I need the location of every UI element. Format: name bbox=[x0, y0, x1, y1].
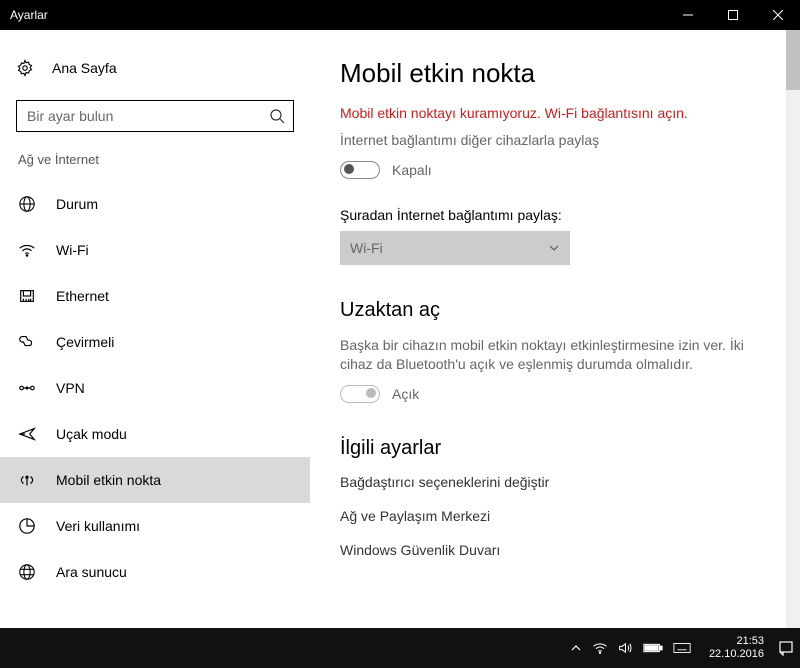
system-tray: 21:53 22.10.2016 bbox=[570, 635, 794, 661]
sidebar-group-label: Ağ ve İnternet bbox=[16, 152, 300, 167]
content-pane: Mobil etkin nokta Mobil etkin noktayı ku… bbox=[310, 30, 800, 628]
taskbar: 21:53 22.10.2016 bbox=[0, 628, 800, 668]
remote-heading: Uzaktan aç bbox=[340, 299, 770, 322]
error-message: Mobil etkin noktayı kuramıyoruz. Wi-Fi b… bbox=[340, 105, 770, 121]
wifi-icon bbox=[18, 241, 36, 259]
share-toggle[interactable]: Kapalı bbox=[340, 161, 770, 179]
sidebar-item-status[interactable]: Durum bbox=[16, 181, 300, 227]
sidebar: Ana Sayfa Ağ ve İnternet Durum Wi-Fi Eth… bbox=[0, 30, 310, 628]
window-title: Ayarlar bbox=[0, 8, 665, 22]
notifications-tray-icon[interactable] bbox=[778, 640, 794, 656]
share-description: İnternet bağlantımı diğer cihazlarla pay… bbox=[340, 131, 770, 151]
vpn-icon bbox=[18, 379, 36, 397]
sidebar-item-ethernet[interactable]: Ethernet bbox=[16, 273, 300, 319]
volume-tray-icon[interactable] bbox=[618, 641, 633, 655]
search-icon bbox=[269, 108, 285, 124]
home-label: Ana Sayfa bbox=[52, 60, 117, 76]
sidebar-item-label: Wi-Fi bbox=[56, 242, 89, 258]
sidebar-item-wifi[interactable]: Wi-Fi bbox=[16, 227, 300, 273]
battery-tray-icon[interactable] bbox=[643, 642, 663, 654]
taskbar-time: 21:53 bbox=[709, 635, 764, 648]
proxy-icon bbox=[18, 563, 36, 581]
sidebar-item-label: Durum bbox=[56, 196, 98, 212]
sidebar-item-label: Ara sunucu bbox=[56, 564, 127, 580]
share-toggle-label: Kapalı bbox=[392, 162, 432, 178]
chevron-up-icon[interactable] bbox=[570, 642, 582, 654]
taskbar-date: 22.10.2016 bbox=[709, 648, 764, 661]
sidebar-item-label: Çevirmeli bbox=[56, 334, 114, 350]
sidebar-item-label: Veri kullanımı bbox=[56, 518, 140, 534]
sidebar-item-label: Uçak modu bbox=[56, 426, 127, 442]
vertical-scrollbar[interactable] bbox=[786, 30, 800, 628]
related-heading: İlgili ayarlar bbox=[340, 437, 770, 460]
data-usage-icon bbox=[18, 517, 36, 535]
chevron-down-icon bbox=[548, 242, 560, 254]
link-adapter-options[interactable]: Bağdaştırıcı seçeneklerini değiştir bbox=[340, 474, 770, 490]
share-from-dropdown[interactable]: Wi-Fi bbox=[340, 231, 570, 265]
wifi-tray-icon[interactable] bbox=[592, 641, 608, 655]
sidebar-item-vpn[interactable]: VPN bbox=[16, 365, 300, 411]
page-title: Mobil etkin nokta bbox=[340, 58, 770, 89]
maximize-button[interactable] bbox=[710, 0, 755, 30]
dialup-icon bbox=[18, 333, 36, 351]
link-firewall[interactable]: Windows Güvenlik Duvarı bbox=[340, 542, 770, 558]
share-from-label: Şuradan İnternet bağlantımı paylaş: bbox=[340, 207, 770, 223]
titlebar: Ayarlar bbox=[0, 0, 800, 30]
link-network-center[interactable]: Ağ ve Paylaşım Merkezi bbox=[340, 508, 770, 524]
gear-icon bbox=[16, 59, 34, 77]
sidebar-item-label: Mobil etkin nokta bbox=[56, 472, 161, 488]
sidebar-item-dialup[interactable]: Çevirmeli bbox=[16, 319, 300, 365]
keyboard-tray-icon[interactable] bbox=[673, 642, 691, 654]
hotspot-icon bbox=[18, 471, 36, 489]
close-button[interactable] bbox=[755, 0, 800, 30]
search-input-container[interactable] bbox=[16, 100, 294, 132]
sidebar-item-datausage[interactable]: Veri kullanımı bbox=[16, 503, 300, 549]
sidebar-item-label: Ethernet bbox=[56, 288, 109, 304]
taskbar-clock[interactable]: 21:53 22.10.2016 bbox=[709, 635, 764, 661]
home-link[interactable]: Ana Sayfa bbox=[16, 50, 300, 86]
sidebar-item-label: VPN bbox=[56, 380, 85, 396]
ethernet-icon bbox=[18, 287, 36, 305]
search-input[interactable] bbox=[27, 108, 269, 124]
remote-description: Başka bir cihazın mobil etkin noktayı et… bbox=[340, 336, 770, 375]
sidebar-item-proxy[interactable]: Ara sunucu bbox=[16, 549, 300, 595]
remote-toggle[interactable]: Açık bbox=[340, 385, 770, 403]
sidebar-item-hotspot[interactable]: Mobil etkin nokta bbox=[0, 457, 310, 503]
sidebar-item-airplane[interactable]: Uçak modu bbox=[16, 411, 300, 457]
airplane-icon bbox=[18, 425, 36, 443]
scrollbar-thumb[interactable] bbox=[786, 30, 800, 90]
globe-icon bbox=[18, 195, 36, 213]
window-body: Ana Sayfa Ağ ve İnternet Durum Wi-Fi Eth… bbox=[0, 30, 800, 628]
dropdown-value: Wi-Fi bbox=[350, 240, 383, 256]
minimize-button[interactable] bbox=[665, 0, 710, 30]
remote-toggle-label: Açık bbox=[392, 386, 419, 402]
